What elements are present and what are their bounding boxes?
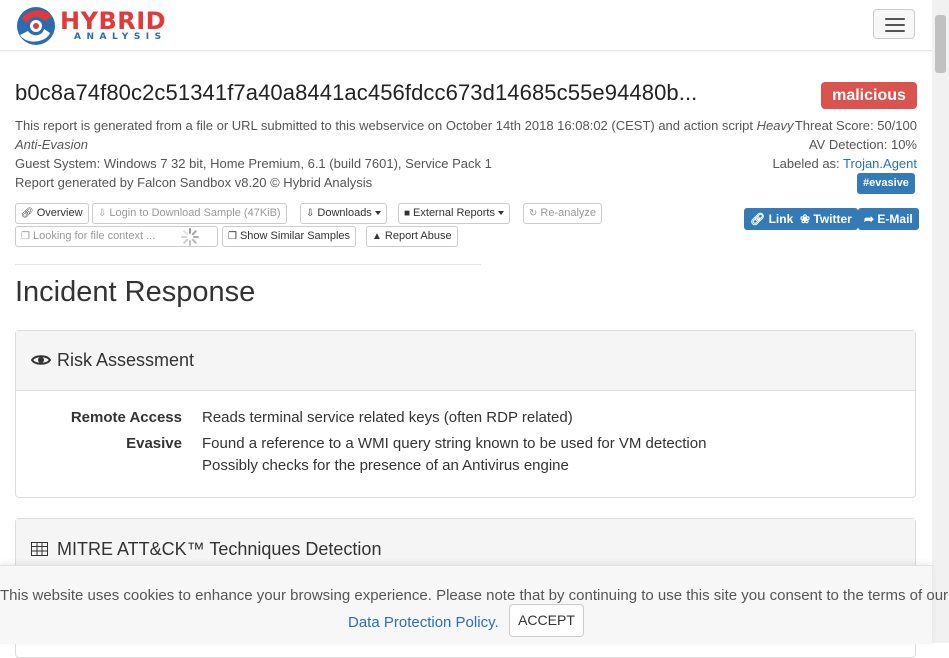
logo-subtitle: ANALYSIS	[74, 32, 167, 42]
evasive-tag[interactable]: #evasive	[857, 173, 915, 194]
accept-cookies-button[interactable]: ACCEPT	[509, 604, 584, 637]
caret-down-icon	[497, 211, 504, 216]
data-protection-policy-link[interactable]: Data Protection Policy.	[348, 614, 499, 631]
copy-icon: ❐	[21, 231, 30, 242]
link-icon: 🔗︎	[21, 208, 34, 219]
mitre-attack-title: MITRE ATT&CK™ Techniques Detection	[57, 539, 382, 559]
share-twitter-button[interactable]: ❀ Twitter	[794, 208, 858, 230]
cookie-consent-banner: This website uses cookies to enhance you…	[0, 565, 949, 644]
risk-assessment-panel: Risk Assessment Remote Access Reads term…	[15, 330, 916, 498]
external-reports-dropdown[interactable]: ■ External Reports	[398, 203, 510, 224]
guest-system: Guest System: Windows 7 32 bit, Home Pre…	[15, 156, 492, 171]
warning-icon: ▲	[372, 231, 382, 242]
caret-down-icon	[374, 211, 381, 216]
share-email-button[interactable]: ➦ E-Mail	[858, 208, 919, 230]
verdict-badge: malicious	[821, 82, 917, 109]
scrollbar-thumb[interactable]	[935, 15, 946, 73]
risk-assessment-header[interactable]: Risk Assessment	[16, 331, 915, 391]
login-download-button[interactable]: ⇩ Login to Download Sample (47KiB)	[92, 203, 287, 224]
report-generator: Report generated by Falcon Sandbox v8.20…	[15, 175, 373, 190]
section-divider	[15, 264, 481, 265]
logo-globe-icon	[17, 7, 55, 45]
book-icon: ■	[404, 208, 411, 219]
risk-item: Reads terminal service related keys (oft…	[202, 409, 573, 426]
av-detection: AV Detection: 10%	[808, 137, 917, 152]
risk-label-evasive: Evasive	[126, 435, 182, 452]
table-icon	[31, 542, 48, 556]
link-icon: 🔗︎	[750, 212, 766, 226]
reanalyze-button[interactable]: ↻ Re-analyze	[523, 203, 603, 224]
risk-item: Possibly checks for the presence of an A…	[202, 457, 569, 474]
copy-icon: ❐	[228, 231, 237, 242]
overview-button[interactable]: 🔗︎ Overview	[15, 203, 89, 224]
download-circle-icon: ⇩	[98, 208, 107, 219]
report-description: This report is generated from a file or …	[15, 118, 794, 133]
sample-hash-title: b0c8a74f80c2c51341f7a40a8441ac456fdcc673…	[15, 80, 698, 105]
threat-score: Threat Score: 50/100	[794, 118, 917, 133]
cookie-message: This website uses cookies to enhance you…	[0, 587, 949, 604]
risk-assessment-title: Risk Assessment	[57, 350, 195, 370]
download-icon: ⇩	[306, 208, 315, 219]
report-description-cont: Anti-Evasion	[15, 137, 88, 152]
page-scrollbar[interactable]	[932, 0, 949, 643]
eye-icon	[31, 355, 51, 365]
refresh-icon: ↻	[529, 208, 538, 219]
twitter-icon: ❀	[800, 212, 811, 226]
risk-item: Found a reference to a WMI query string …	[202, 435, 707, 452]
incident-response-heading: Incident Response	[15, 276, 256, 308]
share-icon: ➦	[864, 212, 875, 226]
share-link-button[interactable]: 🔗︎ Link	[744, 208, 800, 230]
report-abuse-button[interactable]: ▲ Report Abuse	[366, 226, 458, 247]
show-similar-samples-button[interactable]: ❐ Show Similar Samples	[222, 226, 357, 247]
hamburger-icon	[885, 18, 905, 20]
downloads-dropdown[interactable]: ⇩ Downloads	[300, 203, 387, 224]
risk-label-remote-access: Remote Access	[70, 409, 182, 426]
labeled-as: Labeled as: Trojan.Agent	[772, 156, 917, 171]
menu-toggle-button[interactable]	[873, 9, 915, 39]
loading-spinner-icon	[181, 228, 199, 246]
logo-wordmark: HYBRID	[60, 7, 167, 35]
top-navbar: HYBRID ANALYSIS	[0, 0, 932, 51]
label-link[interactable]: Trojan.Agent	[843, 156, 917, 171]
